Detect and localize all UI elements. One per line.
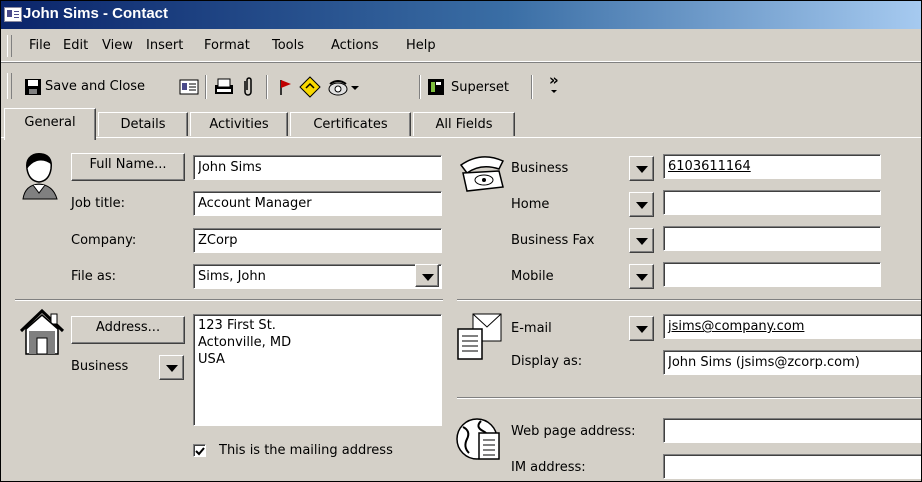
- tab-certificates[interactable]: Certificates: [290, 112, 411, 136]
- job-title-label: Job title:: [71, 196, 125, 211]
- flag-icon[interactable]: [277, 77, 293, 97]
- phone-label-home: Home: [511, 197, 550, 212]
- tab-strip: General Details Activities Certificates …: [1, 107, 921, 140]
- web-globe-icon: [456, 418, 500, 460]
- superset-button[interactable]: Superset: [451, 80, 509, 95]
- business-phone-value: 6103611164: [668, 159, 751, 174]
- contact-window: John Sims - Contact File Edit View Inser…: [0, 0, 922, 482]
- phone-field-home[interactable]: [663, 190, 881, 215]
- menu-bar: File Edit View Insert Format Tools Actio…: [1, 31, 921, 62]
- follow-up-diamond-icon[interactable]: [299, 76, 321, 98]
- phone-field-business[interactable]: 6103611164: [663, 154, 881, 179]
- house-address-icon: [19, 308, 65, 355]
- email-label: E-mail: [511, 321, 552, 336]
- email-envelope-icon: [457, 313, 502, 360]
- address-button[interactable]: Address...: [71, 316, 185, 344]
- address-field[interactable]: 123 First St. Actonville, MD USA: [193, 314, 442, 426]
- phone-type-dropdown-home[interactable]: [629, 192, 654, 217]
- mailing-address-checkbox[interactable]: [193, 444, 206, 457]
- section-separator: [457, 397, 921, 399]
- display-as-field[interactable]: [663, 350, 921, 375]
- toolbar-grip[interactable]: [7, 73, 12, 99]
- tab-details[interactable]: Details: [98, 112, 188, 136]
- attach-paperclip-icon[interactable]: [241, 77, 255, 97]
- im-address-label: IM address:: [511, 460, 586, 475]
- menu-view[interactable]: View: [102, 38, 133, 53]
- toolbar-separator: [205, 75, 207, 99]
- contact-card-icon: [4, 7, 22, 22]
- toolbar-overflow-chevron-icon[interactable]: »: [549, 71, 559, 89]
- dial-phone-icon[interactable]: [327, 77, 349, 97]
- web-page-address-field[interactable]: [663, 418, 921, 443]
- tab-activities[interactable]: Activities: [190, 112, 288, 136]
- email-type-dropdown[interactable]: [629, 316, 654, 341]
- tab-all-fields[interactable]: All Fields: [413, 112, 515, 136]
- window-title: John Sims - Contact: [23, 5, 169, 22]
- tab-general[interactable]: General: [4, 108, 96, 140]
- print-icon[interactable]: [213, 77, 235, 97]
- web-page-address-label: Web page address:: [511, 424, 636, 439]
- save-disk-icon: [25, 79, 41, 95]
- menu-grip[interactable]: [7, 35, 12, 57]
- save-contact-card-icon[interactable]: [179, 77, 199, 97]
- phone-type-dropdown-business[interactable]: [629, 156, 654, 181]
- save-and-close-button[interactable]: Save and Close: [15, 75, 180, 101]
- toolbar-separator: [531, 75, 533, 99]
- menu-file[interactable]: File: [29, 38, 51, 53]
- menu-format[interactable]: Format: [204, 38, 250, 53]
- toolbar-options-arrow-icon[interactable]: [551, 90, 557, 93]
- file-as-label: File as:: [71, 269, 117, 284]
- company-label: Company:: [71, 233, 137, 248]
- menu-insert[interactable]: Insert: [146, 38, 183, 53]
- toolbar-separator: [266, 75, 268, 99]
- file-as-select[interactable]: Sims, John: [193, 264, 442, 289]
- checkmark-icon: [195, 447, 205, 456]
- job-title-field[interactable]: [193, 191, 442, 216]
- email-value: jsims@company.com: [668, 319, 805, 334]
- phone-field-business-fax[interactable]: [663, 226, 881, 251]
- menu-actions[interactable]: Actions: [331, 38, 379, 53]
- file-as-value: Sims, John: [198, 269, 266, 284]
- im-address-field[interactable]: [663, 454, 921, 479]
- full-name-button[interactable]: Full Name...: [71, 153, 185, 181]
- phone-type-dropdown-business-fax[interactable]: [629, 228, 654, 253]
- dial-dropdown-arrow-icon[interactable]: [351, 86, 359, 90]
- title-bar[interactable]: John Sims - Contact: [1, 1, 921, 29]
- telephone-icon: [459, 156, 505, 192]
- contact-person-icon: [22, 153, 58, 200]
- toolbar-separator: [419, 75, 421, 99]
- phone-field-mobile[interactable]: [663, 262, 881, 287]
- email-field[interactable]: jsims@company.com: [663, 314, 921, 339]
- superset-icon[interactable]: [427, 77, 445, 97]
- phone-type-dropdown-mobile[interactable]: [629, 264, 654, 289]
- save-and-close-label: Save and Close: [45, 79, 146, 94]
- section-separator: [15, 299, 443, 301]
- display-as-label: Display as:: [511, 354, 583, 369]
- full-name-field[interactable]: [193, 155, 442, 180]
- file-as-dropdown-button[interactable]: [415, 264, 439, 287]
- mailing-address-label: This is the mailing address: [219, 443, 393, 458]
- menu-tools[interactable]: Tools: [272, 38, 304, 53]
- address-type-label: Business: [71, 359, 129, 374]
- company-field[interactable]: [193, 228, 442, 253]
- menu-help[interactable]: Help: [406, 38, 436, 53]
- phone-label-business: Business: [511, 161, 569, 176]
- tab-page-border: [1, 137, 921, 138]
- section-separator: [457, 299, 921, 301]
- menu-edit[interactable]: Edit: [63, 38, 88, 53]
- phone-label-business-fax: Business Fax: [511, 233, 595, 248]
- phone-label-mobile: Mobile: [511, 269, 554, 284]
- address-type-dropdown-button[interactable]: [159, 355, 184, 380]
- standard-toolbar: Save and Close Superset »: [1, 67, 921, 107]
